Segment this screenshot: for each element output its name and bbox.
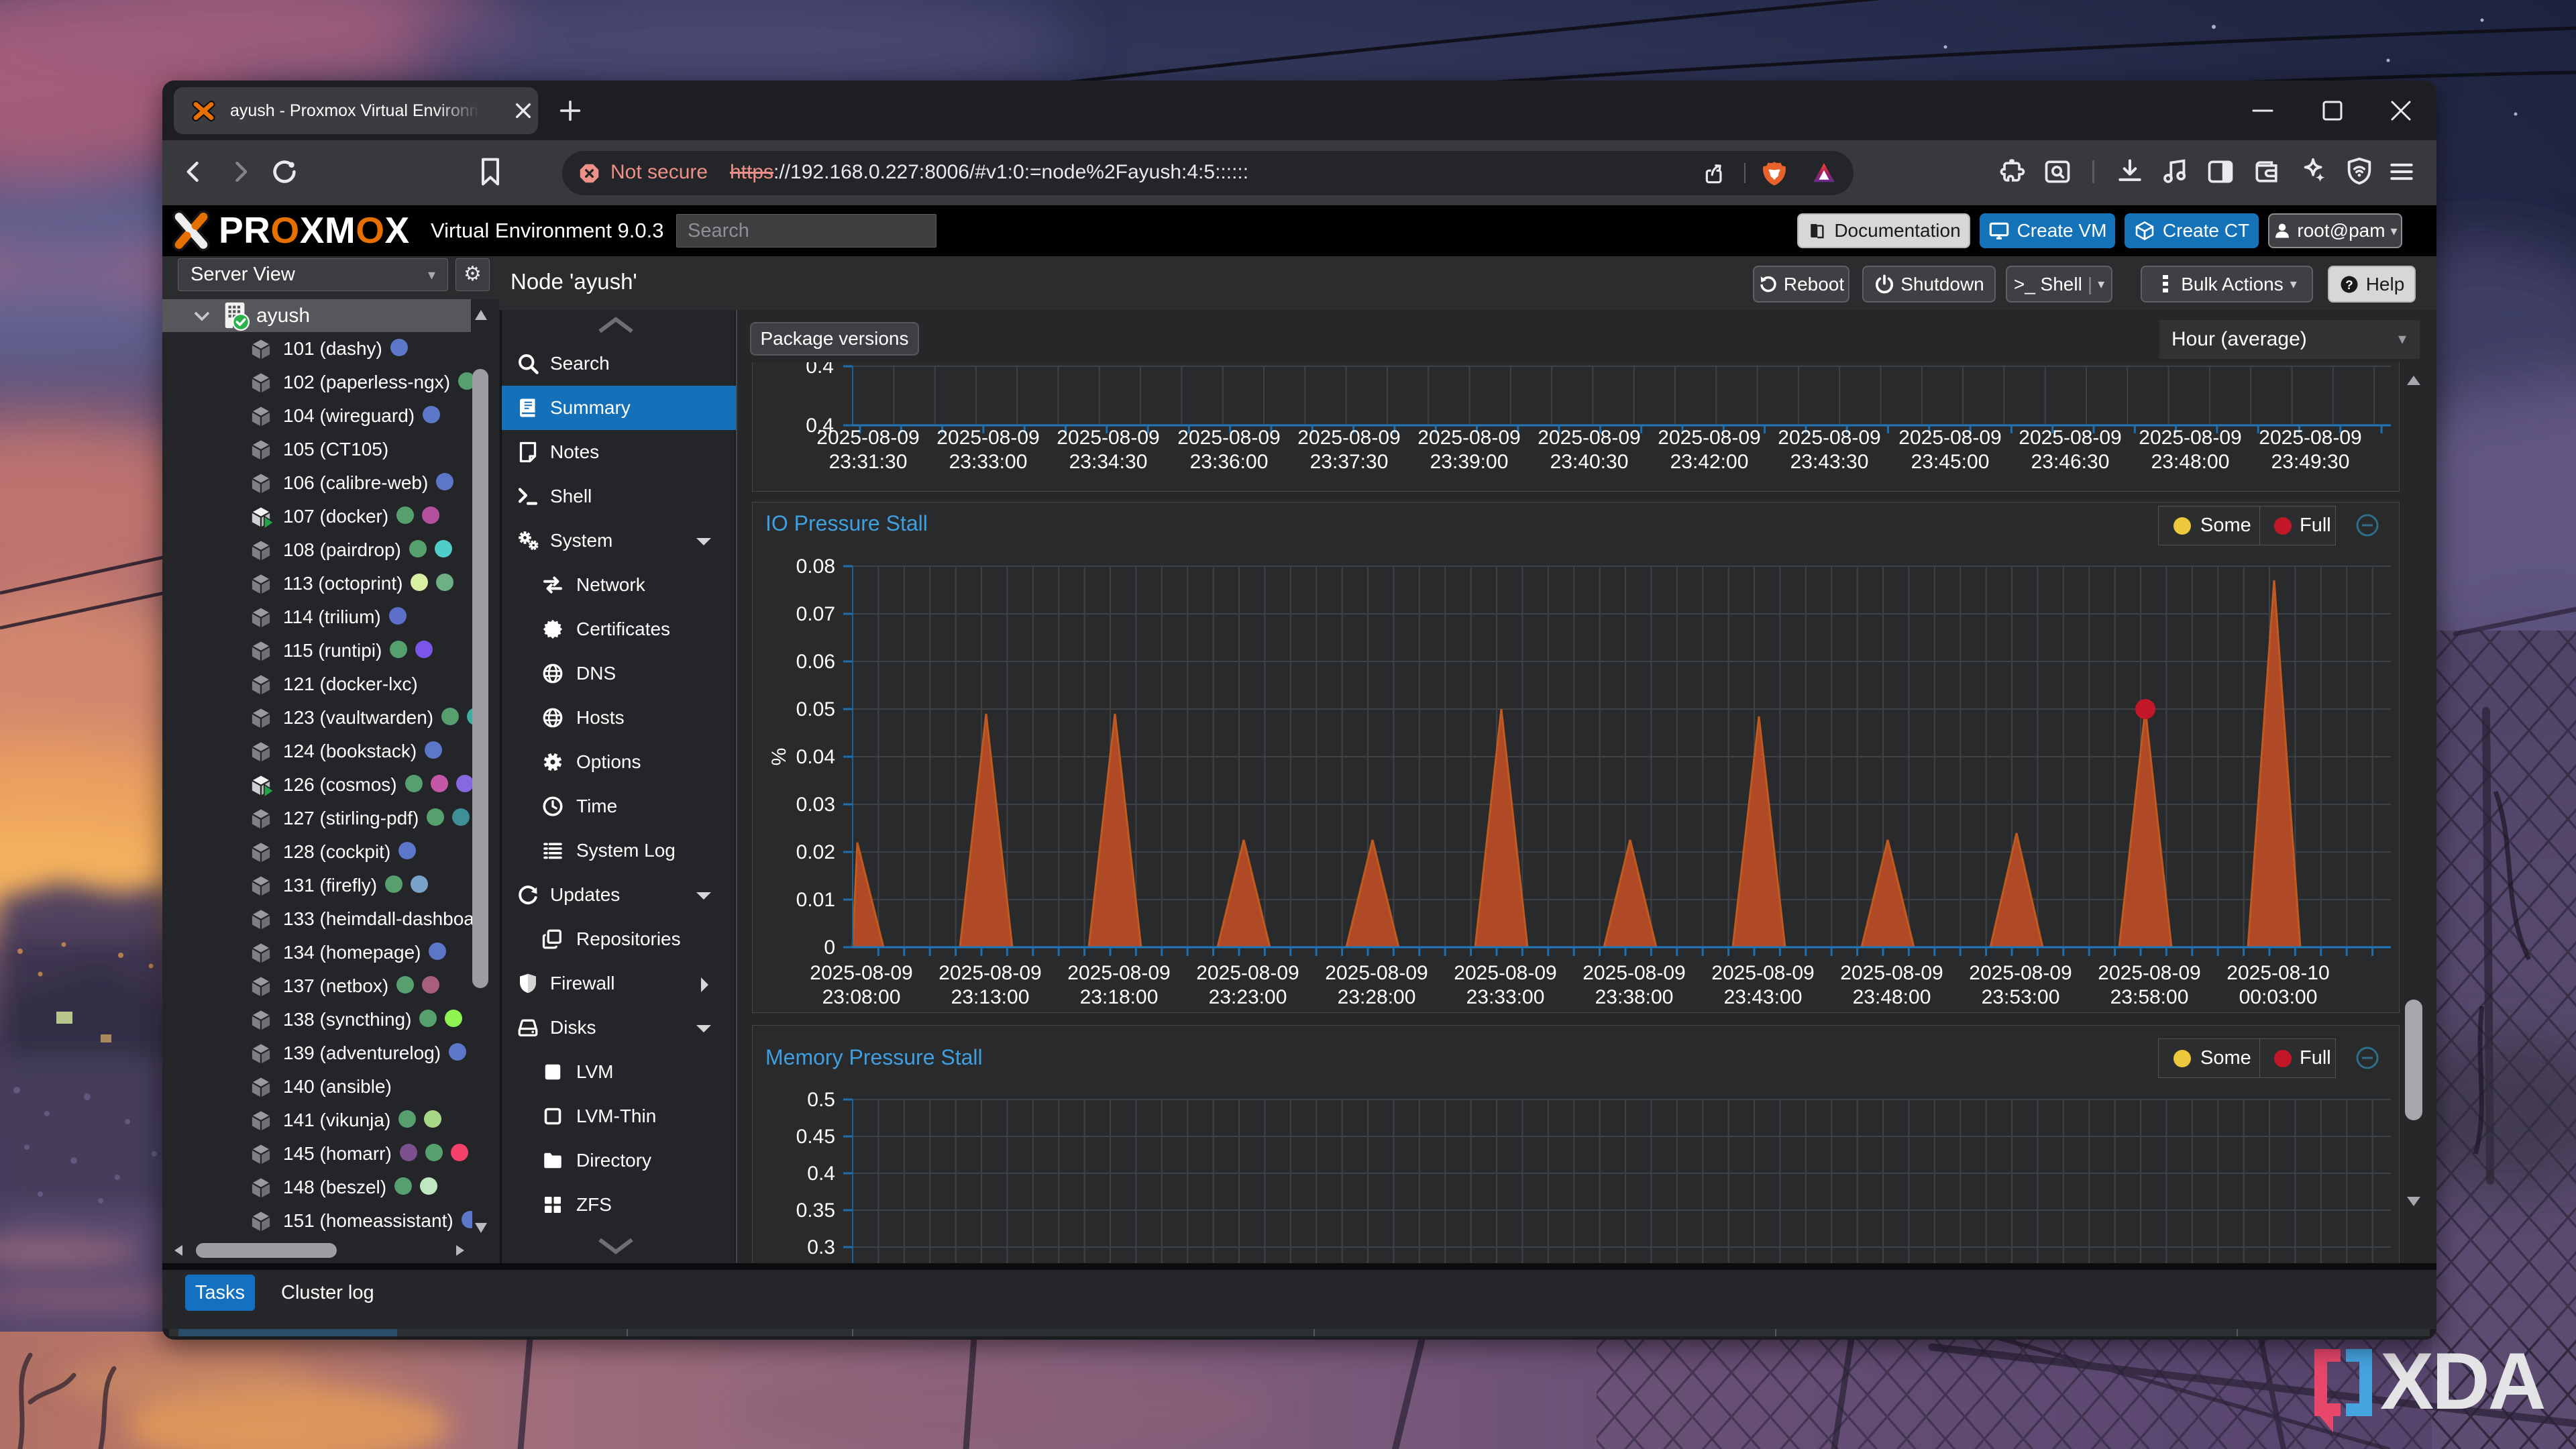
svg-text:23:39:00: 23:39:00 — [1430, 451, 1509, 473]
svg-text:2025-08-10: 2025-08-10 — [2226, 962, 2329, 984]
svg-text:0.02: 0.02 — [796, 841, 835, 863]
svg-text:2025-08-09: 2025-08-09 — [1325, 962, 1428, 984]
svg-text:%: % — [768, 748, 790, 766]
svg-text:23:37:30: 23:37:30 — [1310, 451, 1389, 473]
svg-text:23:18:00: 23:18:00 — [1080, 986, 1159, 1008]
svg-text:23:31:30: 23:31:30 — [829, 451, 908, 473]
svg-text:0.05: 0.05 — [796, 698, 835, 720]
svg-text:23:38:00: 23:38:00 — [1595, 986, 1674, 1008]
svg-text:2025-08-09: 2025-08-09 — [1969, 962, 2072, 984]
svg-text:0: 0 — [824, 936, 835, 959]
svg-text:0.03: 0.03 — [796, 794, 835, 816]
svg-text:23:53:00: 23:53:00 — [1982, 986, 2060, 1008]
svg-text:2025-08-09: 2025-08-09 — [1454, 962, 1556, 984]
svg-text:2025-08-09: 2025-08-09 — [1177, 427, 1280, 449]
svg-text:23:13:00: 23:13:00 — [951, 986, 1030, 1008]
svg-text:0.4: 0.4 — [806, 362, 834, 378]
svg-text:2025-08-09: 2025-08-09 — [936, 427, 1039, 449]
svg-text:2025-08-09: 2025-08-09 — [1417, 427, 1520, 449]
svg-text:2025-08-09: 2025-08-09 — [1658, 427, 1760, 449]
svg-text:2025-08-09: 2025-08-09 — [1057, 427, 1159, 449]
svg-text:23:48:00: 23:48:00 — [1853, 986, 1931, 1008]
svg-text:2025-08-09: 2025-08-09 — [938, 962, 1041, 984]
svg-text:2025-08-09: 2025-08-09 — [810, 962, 912, 984]
svg-text:0.08: 0.08 — [796, 555, 835, 578]
svg-text:2025-08-09: 2025-08-09 — [1297, 427, 1400, 449]
svg-text:23:46:30: 23:46:30 — [2031, 451, 2110, 473]
svg-text:0.07: 0.07 — [796, 603, 835, 625]
svg-text:2025-08-09: 2025-08-09 — [2098, 962, 2200, 984]
svg-text:XDA: XDA — [2380, 1336, 2544, 1426]
svg-text:2025-08-09: 2025-08-09 — [2259, 427, 2361, 449]
svg-text:2025-08-09: 2025-08-09 — [1840, 962, 1943, 984]
svg-text:23:48:00: 23:48:00 — [2151, 451, 2230, 473]
svg-text:0.06: 0.06 — [796, 651, 835, 673]
svg-text:2025-08-09: 2025-08-09 — [1582, 962, 1685, 984]
svg-text:23:45:00: 23:45:00 — [1911, 451, 1990, 473]
svg-text:2025-08-09: 2025-08-09 — [1778, 427, 1880, 449]
svg-text:23:28:00: 23:28:00 — [1338, 986, 1416, 1008]
svg-text:0.3: 0.3 — [807, 1236, 835, 1258]
svg-text:00:03:00: 00:03:00 — [2239, 986, 2318, 1008]
svg-text:23:49:30: 23:49:30 — [2271, 451, 2350, 473]
svg-text:23:40:30: 23:40:30 — [1550, 451, 1629, 473]
svg-text:2025-08-09: 2025-08-09 — [1196, 962, 1299, 984]
svg-text:2025-08-09: 2025-08-09 — [1538, 427, 1640, 449]
svg-text:23:08:00: 23:08:00 — [822, 986, 901, 1008]
svg-text:2025-08-09: 2025-08-09 — [2019, 427, 2121, 449]
svg-text:23:43:00: 23:43:00 — [1724, 986, 1803, 1008]
svg-text:23:43:30: 23:43:30 — [1790, 451, 1869, 473]
svg-text:0.35: 0.35 — [796, 1199, 835, 1222]
svg-text:0.5: 0.5 — [807, 1089, 835, 1111]
svg-text:23:34:30: 23:34:30 — [1069, 451, 1148, 473]
svg-text:2025-08-09: 2025-08-09 — [1067, 962, 1170, 984]
svg-text:23:42:00: 23:42:00 — [1670, 451, 1749, 473]
svg-text:?: ? — [2345, 277, 2353, 291]
svg-text:0.45: 0.45 — [796, 1126, 835, 1148]
svg-text:23:33:00: 23:33:00 — [949, 451, 1028, 473]
svg-text:23:23:00: 23:23:00 — [1209, 986, 1287, 1008]
svg-text:2025-08-09: 2025-08-09 — [1898, 427, 2001, 449]
svg-text:0.4: 0.4 — [807, 1163, 835, 1185]
svg-text:0.4: 0.4 — [806, 415, 834, 437]
svg-text:23:36:00: 23:36:00 — [1190, 451, 1269, 473]
svg-text:2025-08-09: 2025-08-09 — [2139, 427, 2241, 449]
svg-text:23:33:00: 23:33:00 — [1466, 986, 1545, 1008]
svg-text:23:58:00: 23:58:00 — [2110, 986, 2189, 1008]
svg-text:0.04: 0.04 — [796, 746, 835, 768]
svg-text:0.01: 0.01 — [796, 889, 835, 911]
svg-text:2025-08-09: 2025-08-09 — [1711, 962, 1814, 984]
